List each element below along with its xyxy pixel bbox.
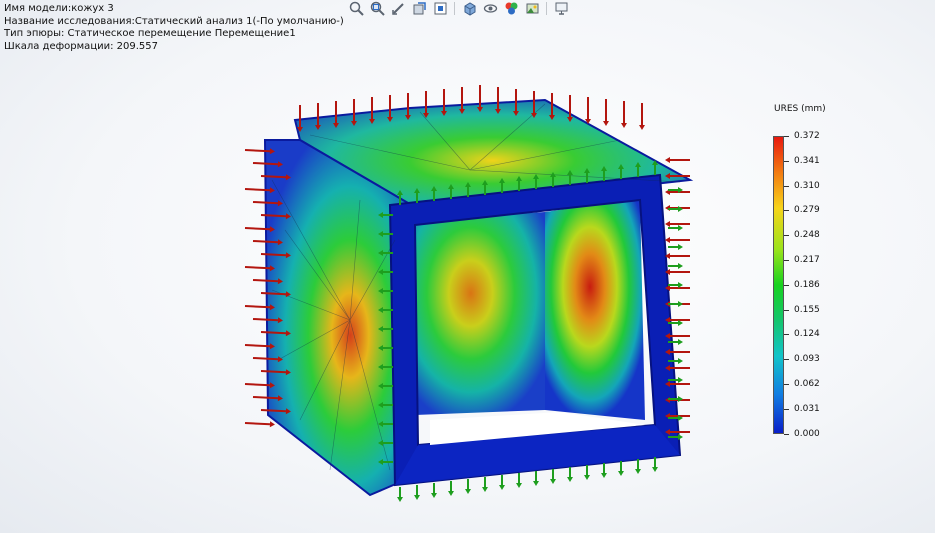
fea-model-viewport[interactable] — [0, 0, 935, 533]
legend-tick — [784, 185, 789, 187]
legend-title: URES (mm) — [774, 104, 826, 114]
legend-label: 0.279 — [794, 205, 820, 215]
legend-tick — [784, 235, 789, 237]
legend-label: 0.217 — [794, 255, 820, 265]
right-wall — [545, 198, 645, 420]
legend-tick — [784, 384, 789, 385]
legend-label: 0.124 — [794, 329, 820, 339]
legend-tick — [784, 284, 789, 286]
legend-tick — [784, 160, 789, 162]
legend-color-bar — [773, 136, 784, 434]
legend-tick — [784, 136, 789, 137]
legend-label: 0.341 — [794, 156, 820, 166]
legend-tick — [784, 408, 789, 410]
legend-label: 0.248 — [794, 230, 820, 240]
legend-label: 0.000 — [794, 429, 820, 439]
legend-label: 0.155 — [794, 305, 820, 315]
legend-label: 0.031 — [794, 404, 820, 414]
legend-label: 0.093 — [794, 354, 820, 364]
legend-tick — [784, 260, 789, 261]
legend-tick — [784, 359, 789, 361]
legend-label: 0.310 — [794, 181, 820, 191]
back-wall — [410, 212, 545, 415]
legend-tick — [784, 309, 789, 311]
legend-label: 0.372 — [794, 131, 820, 141]
legend-label: 0.062 — [794, 379, 820, 389]
legend-tick — [784, 210, 789, 212]
legend-tick — [784, 334, 789, 336]
legend-label: 0.186 — [794, 280, 820, 290]
legend-tick — [784, 433, 789, 435]
